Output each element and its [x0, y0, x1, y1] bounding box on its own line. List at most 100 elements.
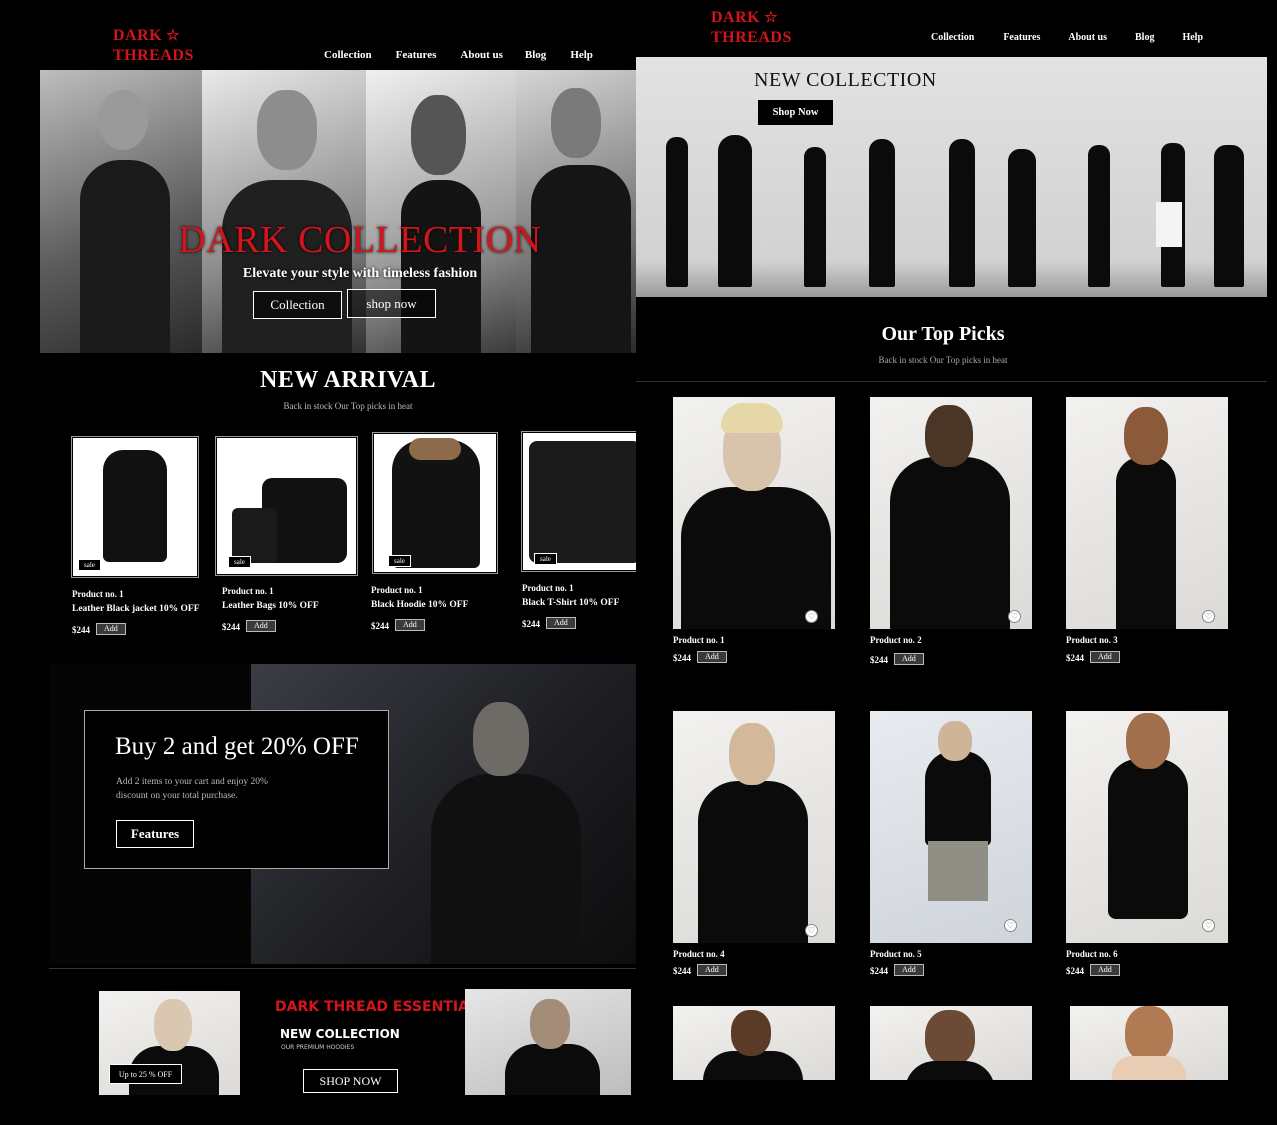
favorite-icon[interactable]: ♡: [1202, 919, 1215, 932]
product-price: $244: [72, 625, 90, 635]
pick-image-7[interactable]: [673, 1006, 835, 1080]
essentials-photo-right: [465, 989, 631, 1095]
nav-features[interactable]: Features: [396, 49, 437, 61]
favorite-icon[interactable]: ♡: [805, 610, 818, 623]
leather-bags-image: [217, 438, 356, 574]
product-price: $244: [870, 655, 888, 665]
section-divider: [636, 381, 1267, 382]
nav-help[interactable]: Help: [1182, 32, 1203, 43]
product-price: $244: [1066, 653, 1084, 663]
leather-jacket-image: [73, 438, 197, 576]
favorite-icon[interactable]: ♡: [1004, 919, 1017, 932]
pick-info-1: Product no. 1 $244 Add: [673, 635, 727, 666]
arrival-info-1: Product no. 1 Leather Black jacket 10% O…: [72, 589, 217, 638]
arrival-card-4[interactable]: sale: [521, 431, 636, 572]
hero-collection-button[interactable]: Collection: [253, 291, 342, 319]
black-hoodie-image: [374, 434, 496, 572]
hero-photo-1: [40, 70, 202, 353]
arrival-card-1[interactable]: sale: [71, 436, 199, 578]
product-name: Product no. 1: [673, 635, 725, 645]
right-logo[interactable]: DARK ☆ THREADS: [711, 8, 792, 47]
product-price: $244: [673, 653, 691, 663]
pick-info-2: Product no. 2 $244 Add: [870, 635, 924, 668]
add-button[interactable]: Add: [1090, 651, 1120, 664]
product-price: $244: [522, 619, 540, 629]
black-tshirt-image: [523, 433, 636, 570]
essentials-shop-now-button[interactable]: SHOP NOW: [303, 1069, 398, 1093]
product-price: $244: [870, 966, 888, 976]
arrival-info-4: Product no. 1 Black T-Shirt 10% OFF $244…: [522, 583, 634, 632]
nav-blog[interactable]: Blog: [525, 49, 546, 61]
favorite-icon[interactable]: ♡: [805, 924, 818, 937]
nav-about-us[interactable]: About us: [1068, 32, 1107, 43]
hero-title: DARK COLLECTION: [178, 219, 542, 261]
pentagram-icon: ☆: [764, 10, 779, 26]
product-price: $244: [222, 622, 240, 632]
pick-image-1[interactable]: ♡: [673, 397, 835, 629]
product-name: Product no. 1: [522, 583, 574, 593]
pick-info-4: Product no. 4 $244 Add: [673, 949, 727, 979]
product-name: Product no. 6: [1066, 949, 1118, 959]
logo-line1: DARK: [711, 9, 761, 26]
nav-collection[interactable]: Collection: [324, 49, 372, 61]
add-button[interactable]: Add: [246, 620, 276, 633]
pick-image-6[interactable]: ♡: [1066, 711, 1228, 943]
promo-box: Buy 2 and get 20% OFF Add 2 items to you…: [84, 710, 389, 869]
add-button[interactable]: Add: [697, 964, 727, 977]
hero-shop-now-button[interactable]: shop now: [347, 289, 436, 318]
pick-info-5: Product no. 5 $244 Add: [870, 949, 924, 979]
right-hero-title: NEW COLLECTION: [754, 69, 937, 91]
left-nav: Collection Features About us Blog Help: [324, 49, 593, 61]
logo-line1: DARK: [113, 27, 163, 44]
nav-blog[interactable]: Blog: [1135, 32, 1154, 43]
left-logo[interactable]: DARK ☆ THREADS: [113, 26, 194, 65]
product-price: $244: [1066, 966, 1084, 976]
product-name: Product no. 3: [1066, 635, 1118, 645]
right-page: DARK ☆ THREADS Collection Features About …: [636, 0, 1267, 1080]
product-price: $244: [673, 966, 691, 976]
nav-features[interactable]: Features: [1003, 32, 1040, 43]
right-hero-shop-button[interactable]: Shop Now: [758, 100, 833, 125]
promo-banner: Buy 2 and get 20% OFF Add 2 items to you…: [49, 664, 636, 964]
add-button[interactable]: Add: [894, 653, 924, 666]
sale-badge: sale: [228, 556, 251, 568]
nav-collection[interactable]: Collection: [931, 32, 974, 43]
add-button[interactable]: Add: [697, 651, 727, 664]
nav-help[interactable]: Help: [570, 49, 593, 61]
promo-title: Buy 2 and get 20% OFF: [115, 733, 359, 760]
promo-features-button[interactable]: Features: [116, 820, 194, 848]
add-button[interactable]: Add: [96, 623, 126, 636]
pick-image-5[interactable]: ♡: [870, 711, 1032, 943]
add-button[interactable]: Add: [894, 964, 924, 977]
arrival-card-2[interactable]: sale: [215, 436, 358, 576]
sale-badge: sale: [78, 559, 101, 571]
essentials-title: DARK THREAD ESSENTIALS: [275, 999, 488, 1015]
product-name: Product no. 5: [870, 949, 922, 959]
promo-text-1: Add 2 items to your cart and enjoy 20%: [116, 777, 268, 787]
logo-line2: THREADS: [113, 47, 194, 64]
product-desc: Black Hoodie 10% OFF: [371, 600, 469, 610]
right-nav: Collection Features About us Blog Help: [931, 32, 1203, 43]
favorite-icon[interactable]: ♡: [1008, 610, 1021, 623]
pick-image-8[interactable]: [870, 1006, 1032, 1080]
pick-image-3[interactable]: ♡: [1066, 397, 1228, 629]
promo-text-2: discount on your total purchase.: [116, 791, 238, 801]
pentagram-icon: ☆: [166, 28, 181, 44]
pick-image-4[interactable]: ♡: [673, 711, 835, 943]
arrival-info-2: Product no. 1 Leather Bags 10% OFF $244 A…: [222, 586, 367, 635]
arrival-card-3[interactable]: sale: [372, 432, 498, 574]
pick-image-2[interactable]: ♡: [870, 397, 1032, 629]
top-picks-heading: Our Top Picks: [881, 323, 1005, 345]
pick-info-3: Product no. 3 $244 Add: [1066, 635, 1120, 666]
left-page: DARK ☆ THREADS Collection Features About …: [38, 0, 636, 1095]
essentials-discount-badge: Up to 25 % OFF: [109, 1064, 182, 1084]
add-button[interactable]: Add: [1090, 964, 1120, 977]
arrival-info-3: Product no. 1 Black Hoodie 10% OFF $244 A…: [371, 585, 516, 634]
favorite-icon[interactable]: ♡: [1202, 610, 1215, 623]
hero-photo-4: [516, 70, 636, 353]
nav-about-us[interactable]: About us: [460, 49, 503, 61]
pick-image-9[interactable]: [1070, 1006, 1228, 1080]
sale-badge: sale: [388, 555, 411, 567]
add-button[interactable]: Add: [395, 619, 425, 632]
add-button[interactable]: Add: [546, 617, 576, 630]
